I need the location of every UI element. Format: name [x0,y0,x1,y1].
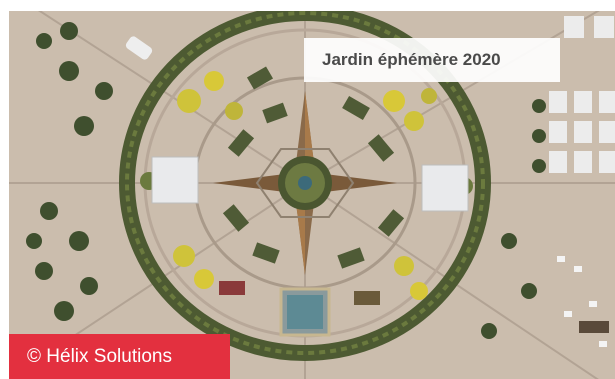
tent-right [421,164,469,212]
photo-credit: © Hélix Solutions [9,334,230,379]
tent-left [151,156,199,204]
caption-title: Jardin éphémère 2020 [304,38,560,82]
